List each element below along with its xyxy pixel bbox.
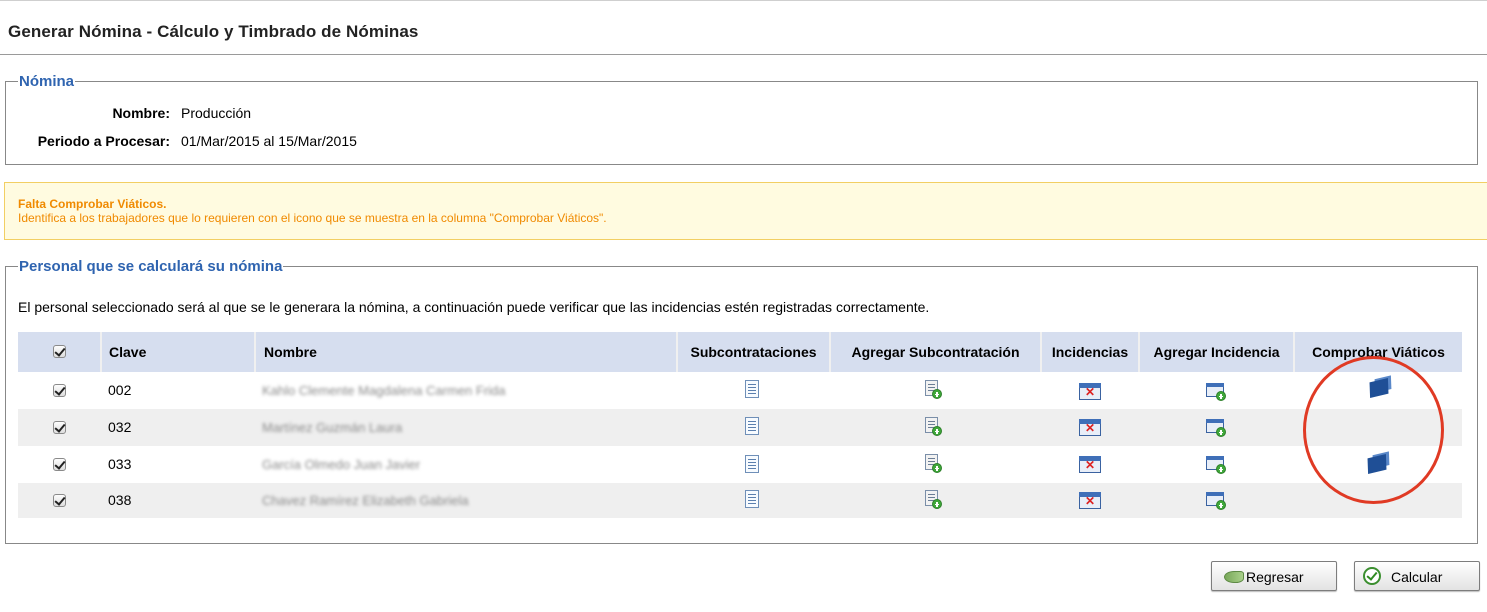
row-clave: 038 [108,492,132,508]
calendar-delete-icon[interactable] [1079,456,1101,473]
calendar-add-icon[interactable] [1206,383,1226,401]
warning-banner: Falta Comprobar Viáticos. Identifica a l… [4,182,1487,240]
document-add-icon[interactable] [925,380,942,399]
document-icon[interactable] [745,455,759,473]
calcular-label: Calcular [1391,569,1443,585]
page-title: Generar Nómina - Cálculo y Timbrado de N… [8,22,419,41]
calendar-delete-icon[interactable] [1079,492,1101,509]
nombre-value: Producción [181,105,252,121]
document-add-icon[interactable] [925,454,942,473]
calendar-add-icon[interactable] [1206,419,1226,437]
calendar-delete-icon[interactable] [1079,419,1101,436]
nomina-legend: Nómina [19,73,75,90]
check-icon [1363,567,1381,585]
calendar-add-icon[interactable] [1206,456,1226,474]
warning-title: Falta Comprobar Viáticos. [18,197,167,211]
row-checkbox[interactable] [53,421,66,434]
row-clave: 033 [108,456,132,472]
header-incidencias: Incidencias [1042,332,1138,372]
row-nombre: Martínez Guzmán Laura [262,420,403,435]
select-all-checkbox[interactable] [53,345,66,358]
header-nombre[interactable]: Nombre [256,332,676,372]
row-clave: 032 [108,419,132,435]
viaticos-receipt-icon[interactable] [1367,454,1387,474]
personal-table: Clave Nombre Subcontrataciones Agregar S… [18,332,1462,518]
header-agregar-incidencia: Agregar Incidencia [1140,332,1293,372]
calendar-add-icon[interactable] [1206,492,1226,510]
table-row: 038 Chavez Ramírez Elizabeth Gabriela [18,483,1462,518]
viaticos-receipt-icon[interactable] [1369,378,1389,398]
row-checkbox[interactable] [53,458,66,471]
row-clave: 002 [108,382,132,398]
header-agregar-subcontratacion: Agregar Subcontratación [831,332,1040,372]
header-subcontrataciones: Subcontrataciones [678,332,829,372]
document-icon[interactable] [745,380,759,398]
document-add-icon[interactable] [925,417,942,436]
table-row: 032 Martínez Guzmán Laura [18,409,1462,446]
personal-legend: Personal que se calculará su nómina [19,258,283,275]
row-nombre: Chavez Ramírez Elizabeth Gabriela [262,493,469,508]
calendar-delete-icon[interactable] [1079,383,1101,400]
header-select-all-cell [18,332,100,372]
row-checkbox[interactable] [53,384,66,397]
regresar-button[interactable]: Regresar [1211,561,1337,591]
warning-text: Identifica a los trabajadores que lo req… [18,211,607,225]
row-checkbox[interactable] [53,494,66,507]
table-row: 002 Kahlo Clemente Magdalena Carmen Frid… [18,372,1462,409]
periodo-label: Periodo a Procesar: [37,133,170,149]
page-header: Generar Nómina - Cálculo y Timbrado de N… [0,0,1487,55]
document-add-icon[interactable] [925,490,942,509]
calcular-button[interactable]: Calcular [1354,561,1480,591]
row-nombre: García Olmedo Juan Javier [262,457,421,472]
header-clave[interactable]: Clave [102,332,254,372]
periodo-value: 01/Mar/2015 al 15/Mar/2015 [181,133,357,149]
document-icon[interactable] [745,490,759,508]
nombre-label: Nombre: [112,105,170,121]
row-nombre: Kahlo Clemente Magdalena Carmen Frida [262,383,506,398]
document-icon[interactable] [745,417,759,435]
regresar-label: Regresar [1246,569,1304,585]
table-row: 033 García Olmedo Juan Javier [18,446,1462,483]
back-arrow-icon [1224,571,1244,583]
header-comprobar-viaticos: Comprobar Viáticos [1295,332,1462,372]
personal-description: El personal seleccionado será al que se … [18,299,930,315]
